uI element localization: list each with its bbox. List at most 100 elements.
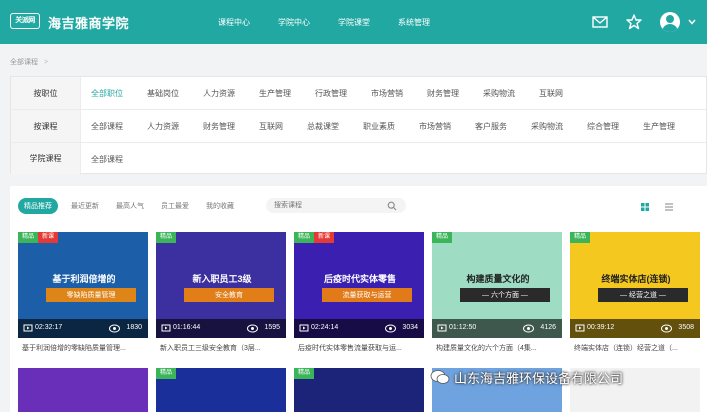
filter-label: 学院课程	[11, 143, 81, 175]
tag-row: 精品	[570, 232, 591, 243]
search-input[interactable]	[274, 200, 384, 211]
filter-option[interactable]: 全部职位	[91, 88, 123, 99]
course-title[interactable]: 构建质量文化的六个方面（4集...	[436, 343, 560, 353]
video-icon	[575, 324, 585, 332]
tag-row: 精品	[156, 232, 177, 243]
views-icon	[247, 324, 258, 333]
premium-tag: 精品	[294, 232, 315, 243]
view-count: 3034	[402, 324, 418, 331]
course-card[interactable]: 精品 构建质量文化的 — 六个方面 — 01:12:50 4126 构建质量文化的六个方面…	[432, 232, 562, 357]
nav-academy-class[interactable]: 学院课堂	[338, 17, 370, 28]
filter-option[interactable]: 基础岗位	[147, 88, 179, 99]
filter-option[interactable]: 互联网	[259, 121, 283, 132]
filter-option[interactable]: 全部课程	[91, 121, 123, 132]
course-title[interactable]: 新入职员工三级安全教育（3层...	[160, 343, 284, 353]
course-thumbnail[interactable]: 精品 新课 后疫时代实体零售 流量获取与运营 02:24:14 3034	[294, 232, 424, 338]
nav-course-center[interactable]: 课程中心	[218, 17, 250, 28]
filter-options: 全部课程	[91, 143, 147, 175]
course-card[interactable]: 精品	[294, 368, 424, 412]
logo[interactable]: 关派网	[10, 13, 40, 29]
filter-option[interactable]: 财务管理	[427, 88, 459, 99]
premium-tag: 精品	[570, 232, 591, 243]
filter-option[interactable]: 采购物流	[531, 121, 563, 132]
star-icon[interactable]	[625, 13, 643, 31]
filter-option[interactable]: 客户服务	[475, 121, 507, 132]
filter-option[interactable]: 人力资源	[203, 88, 235, 99]
video-duration: 02:24:14	[311, 324, 339, 331]
breadcrumb-separator: >	[44, 59, 49, 66]
filter-option[interactable]: 采购物流	[483, 88, 515, 99]
video-icon	[299, 324, 309, 332]
filter-option[interactable]: 市场营销	[371, 88, 403, 99]
breadcrumb-current[interactable]: 全部课程	[10, 59, 38, 66]
video-icon	[23, 324, 33, 332]
course-card[interactable]	[18, 368, 148, 412]
premium-tag: 精品	[156, 368, 177, 379]
filter-option[interactable]: 人力资源	[147, 121, 179, 132]
grid-view-icon[interactable]	[638, 200, 652, 214]
filter-label: 按课程	[11, 110, 81, 142]
list-view-icon[interactable]	[662, 200, 676, 214]
filter-row-academy: 学院课程 全部课程	[11, 143, 706, 175]
sort-tab[interactable]: 精品推荐	[18, 198, 58, 214]
view-count: 3508	[678, 324, 694, 331]
thumbnail-title: 基于利润倍增的	[52, 274, 116, 284]
filter-option[interactable]: 总裁课堂	[307, 121, 339, 132]
video-meta-bar: 00:39:12 3508	[570, 319, 700, 338]
video-duration: 01:16:44	[173, 324, 201, 331]
views-icon	[661, 324, 672, 333]
course-thumbnail[interactable]: 精品 构建质量文化的 — 六个方面 — 01:12:50 4126	[432, 232, 562, 338]
filter-options: 全部职位 基础岗位 人力资源 生产管理 行政管理 市场营销 财务管理 采购物流 互联网	[91, 77, 587, 109]
views-icon	[523, 324, 534, 333]
video-icon	[161, 324, 171, 332]
thumbnail-subtitle: — 六个方面 —	[460, 288, 550, 302]
course-title[interactable]: 后疫时代实体零售流量获取与运...	[298, 343, 422, 353]
sort-tab[interactable]: 我的收藏	[206, 201, 234, 211]
sort-tab[interactable]: 员工最爱	[161, 201, 189, 211]
course-thumbnail[interactable]: 精品 新课 基于利润倍增的 零缺陷质量管理 02:32:17 1830	[18, 232, 148, 338]
search-box[interactable]	[266, 198, 406, 213]
search-icon[interactable]	[387, 201, 397, 211]
view-count: 4126	[540, 324, 556, 331]
course-title[interactable]: 终端实体店（连锁）经营之道（...	[574, 343, 698, 353]
filter-option[interactable]: 财务管理	[203, 121, 235, 132]
tag-row: 精品 新课	[18, 232, 59, 243]
new-tag: 新课	[38, 232, 59, 243]
video-meta-bar: 02:24:14 3034	[294, 319, 424, 338]
filter-option[interactable]: 市场营销	[419, 121, 451, 132]
filter-option[interactable]: 互联网	[539, 88, 563, 99]
premium-tag: 精品	[432, 232, 453, 243]
video-meta-bar: 01:12:50 4126	[432, 319, 562, 338]
brand-title[interactable]: 海吉雅商学院	[48, 13, 129, 32]
wechat-icon	[430, 370, 450, 384]
user-avatar-icon[interactable]	[660, 12, 680, 32]
tag-row: 精品	[294, 368, 315, 379]
breadcrumb: 全部课程 >	[10, 57, 48, 67]
views-icon	[385, 324, 396, 333]
course-thumbnail[interactable]: 精品 新入职员工3级 安全教育 01:16:44 1595	[156, 232, 286, 338]
sort-tab[interactable]: 最高人气	[116, 201, 144, 211]
course-title[interactable]: 基于利润倍增的零缺陷质量管理...	[22, 343, 146, 353]
chevron-down-icon[interactable]	[688, 18, 696, 26]
mail-icon[interactable]	[591, 13, 609, 31]
filter-option[interactable]: 生产管理	[259, 88, 291, 99]
nav-system-admin[interactable]: 系统管理	[398, 17, 430, 28]
course-card[interactable]: 精品 新课 后疫时代实体零售 流量获取与运营 02:24:14 3034 后疫时代实体零售流…	[294, 232, 424, 357]
filter-option[interactable]: 行政管理	[315, 88, 347, 99]
thumbnail-subtitle: — 经营之道 —	[598, 288, 688, 302]
course-card[interactable]: 精品	[156, 368, 286, 412]
sort-tab[interactable]: 最近更新	[71, 201, 99, 211]
course-card[interactable]: 精品终端实体店(连锁) — 经营之道 — 00:39:12 3508 终端实体店（连锁）…	[570, 232, 700, 357]
nav-academy-center[interactable]: 学院中心	[278, 17, 310, 28]
course-card[interactable]: 精品 新入职员工3级 安全教育 01:16:44 1595 新入职员工三级安全教育（3层.…	[156, 232, 286, 357]
course-card[interactable]: 精品 新课 基于利润倍增的 零缺陷质量管理 02:32:17 1830 基于利润倍增的零缺陷…	[18, 232, 148, 357]
filter-option[interactable]: 生产管理	[643, 121, 675, 132]
filter-option[interactable]: 职业素质	[363, 121, 395, 132]
filter-option[interactable]: 综合管理	[587, 121, 619, 132]
thumbnail-title: 终端实体店(连锁)	[601, 274, 671, 284]
thumbnail-subtitle: 安全教育	[184, 288, 274, 302]
course-thumbnail[interactable]: 精品终端实体店(连锁) — 经营之道 — 00:39:12 3508	[570, 232, 700, 338]
filter-options: 全部课程 人力资源 财务管理 互联网 总裁课堂 职业素质 市场营销 客户服务 采购物流 综合管理 生…	[91, 110, 699, 142]
filter-option[interactable]: 全部课程	[91, 154, 123, 165]
tag-row: 精品	[156, 368, 177, 379]
